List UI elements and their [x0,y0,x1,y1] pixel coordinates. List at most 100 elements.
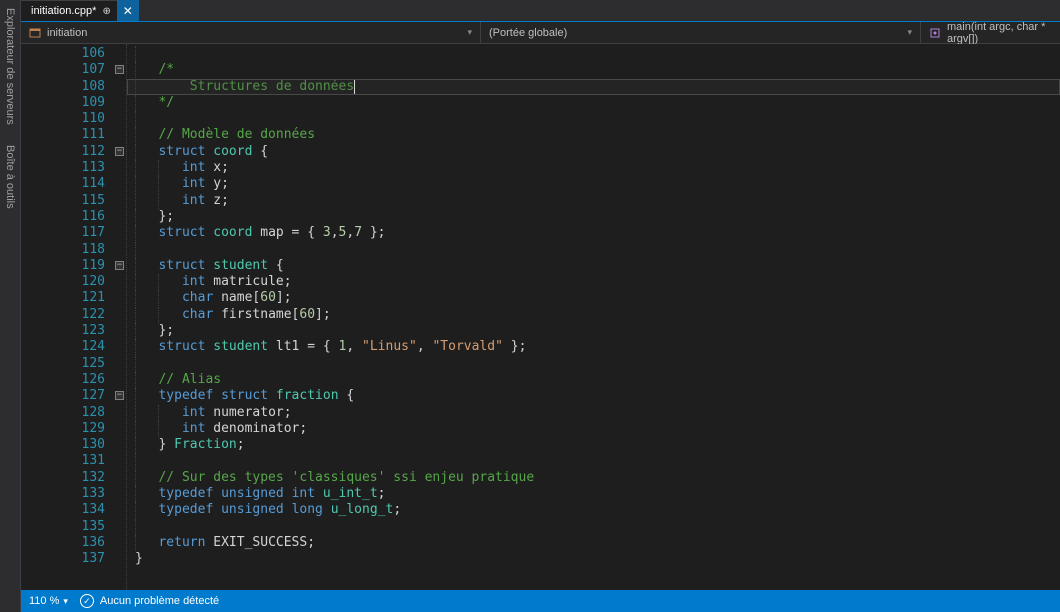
toolbox-panel[interactable]: Boîte à outils [4,137,16,209]
fold-cell: − [113,144,126,160]
nav-project-dropdown[interactable]: initiation ▾ [21,22,481,43]
problems-indicator[interactable]: ✓ Aucun problème détecté [80,594,219,608]
chevron-down-icon: ▾ [63,596,68,607]
code-line[interactable]: typedef unsigned long u_long_t; [135,502,1060,518]
fold-cell [113,193,126,209]
code-line[interactable]: int z; [135,193,1060,209]
editor-main: initiation.cpp* ⊕ ✕ initiation ▾ (Portée… [21,0,1060,590]
fold-toggle[interactable]: − [115,391,124,400]
code-line[interactable]: */ [135,95,1060,111]
code-line[interactable]: // Modèle de données [135,127,1060,143]
code-line[interactable]: char firstname[60]; [135,307,1060,323]
navigation-bar: initiation ▾ (Portée globale) ▾ main(int… [21,22,1060,44]
zoom-value: 110 % [29,595,59,607]
fold-cell [113,356,126,372]
code-area[interactable]: /* Structures de données */ // Modèle de… [127,44,1060,590]
line-number: 113 [21,160,113,176]
fold-cell [113,437,126,453]
line-number: 116 [21,209,113,225]
project-icon [29,27,41,39]
fold-cell [113,405,126,421]
nav-function-dropdown[interactable]: main(int argc, char * argv[]) [921,22,1060,43]
fold-cell [113,453,126,469]
code-line[interactable]: /* [135,62,1060,78]
code-line[interactable]: struct student { [135,258,1060,274]
line-number-gutter: 1061071081091101111121131141151161171181… [21,44,113,590]
fold-cell [113,290,126,306]
code-line[interactable]: return EXIT_SUCCESS; [135,535,1060,551]
code-line[interactable]: Structures de données [135,79,1060,95]
close-icon: ✕ [123,4,133,18]
code-line[interactable]: typedef struct fraction { [135,388,1060,404]
code-line[interactable]: }; [135,323,1060,339]
code-line[interactable]: } Fraction; [135,437,1060,453]
line-number: 107 [21,62,113,78]
chevron-down-icon: ▾ [467,27,472,38]
fold-cell [113,46,126,62]
nav-scope-dropdown[interactable]: (Portée globale) ▾ [481,22,921,43]
fold-cell [113,372,126,388]
code-line[interactable] [135,519,1060,535]
fold-cell [113,95,126,111]
code-line[interactable] [135,356,1060,372]
fold-cell [113,307,126,323]
code-line[interactable]: int numerator; [135,405,1060,421]
line-number: 109 [21,95,113,111]
line-number: 124 [21,339,113,355]
fold-cell [113,225,126,241]
fold-cell [113,127,126,143]
server-explorer-panel[interactable]: Explorateur de serveurs [4,0,16,125]
fold-cell [113,486,126,502]
fold-cell [113,470,126,486]
nav-scope-label: (Portée globale) [489,27,567,39]
fold-cell [113,535,126,551]
fold-cell [113,79,126,95]
code-line[interactable]: struct student lt1 = { 1, "Linus", "Torv… [135,339,1060,355]
code-line[interactable] [135,453,1060,469]
chevron-down-icon: ▾ [907,27,912,38]
code-line[interactable]: // Alias [135,372,1060,388]
fold-cell [113,519,126,535]
fold-cell: − [113,62,126,78]
file-tab-initiation[interactable]: initiation.cpp* ⊕ [21,0,117,21]
fold-column: − − − − [113,44,127,590]
nav-project-label: initiation [47,27,87,39]
code-line[interactable]: typedef unsigned int u_int_t; [135,486,1060,502]
code-line[interactable]: int y; [135,176,1060,192]
line-number: 121 [21,290,113,306]
tab-close-button[interactable]: ✕ [117,0,139,21]
code-line[interactable]: }; [135,209,1060,225]
line-number: 130 [21,437,113,453]
tab-title: initiation.cpp* [31,5,96,17]
line-number: 133 [21,486,113,502]
code-line[interactable] [135,46,1060,62]
fold-cell [113,176,126,192]
code-editor[interactable]: 1061071081091101111121131141151161171181… [21,44,1060,590]
fold-toggle[interactable]: − [115,65,124,74]
fold-cell [113,274,126,290]
fold-cell [113,160,126,176]
zoom-control[interactable]: 110 % ▾ [29,595,68,607]
line-number: 115 [21,193,113,209]
code-line[interactable] [135,111,1060,127]
line-number: 136 [21,535,113,551]
line-number: 119 [21,258,113,274]
line-number: 118 [21,242,113,258]
fold-toggle[interactable]: − [115,261,124,270]
fold-toggle[interactable]: − [115,147,124,156]
code-line[interactable]: } [135,551,1060,567]
code-line[interactable]: struct coord { [135,144,1060,160]
code-line[interactable]: // Sur des types 'classiques' ssi enjeu … [135,470,1060,486]
code-line[interactable]: int matricule; [135,274,1060,290]
fold-cell [113,339,126,355]
line-number: 110 [21,111,113,127]
line-number: 129 [21,421,113,437]
code-line[interactable] [135,242,1060,258]
pin-icon[interactable]: ⊕ [102,6,110,17]
code-line[interactable]: int x; [135,160,1060,176]
code-line[interactable]: char name[60]; [135,290,1060,306]
code-line[interactable]: struct coord map = { 3,5,7 }; [135,225,1060,241]
line-number: 126 [21,372,113,388]
code-line[interactable]: int denominator; [135,421,1060,437]
line-number: 137 [21,551,113,567]
